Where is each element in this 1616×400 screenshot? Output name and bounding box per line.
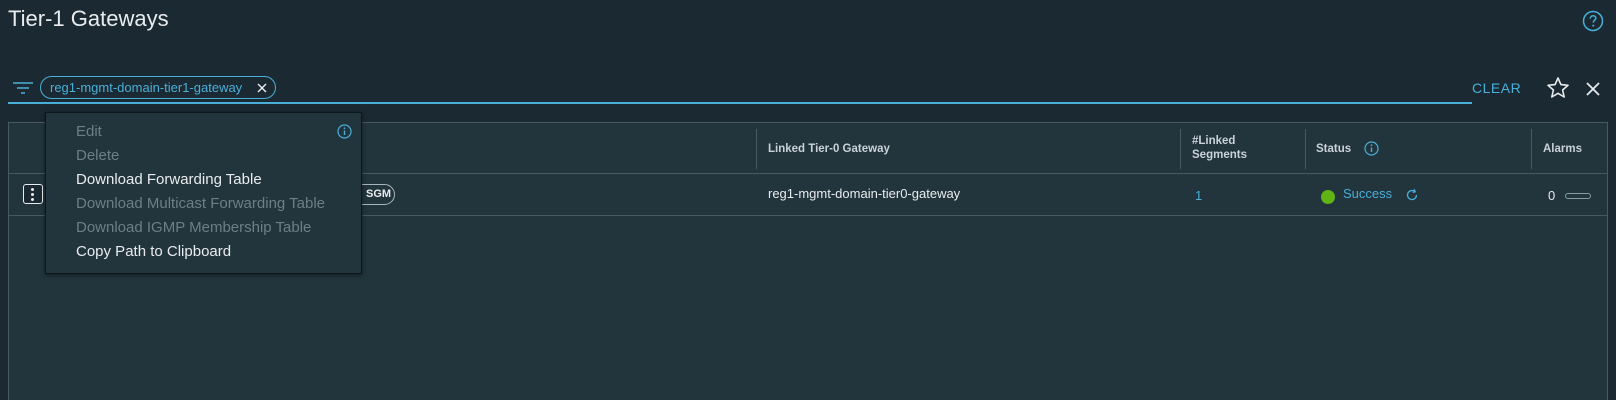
star-icon[interactable] <box>1546 76 1570 100</box>
menu-item-download-igmp-membership-table: Download IGMP Membership Table <box>76 219 312 236</box>
column-header-linked-tier0[interactable]: Linked Tier-0 Gateway <box>768 142 890 156</box>
filter-bar[interactable]: reg1-mgmt-domain-tier1-gateway <box>8 74 1472 104</box>
alarms-bar <box>1565 193 1591 199</box>
chip-close-icon[interactable] <box>255 81 269 95</box>
column-separator[interactable] <box>1531 129 1532 169</box>
page-title: Tier-1 Gateways <box>8 6 169 31</box>
status-success-dot <box>1321 190 1335 204</box>
menu-item-download-forwarding-table[interactable]: Download Forwarding Table <box>46 169 361 193</box>
status-success-link[interactable]: Success <box>1343 186 1392 201</box>
column-header-status[interactable]: Status <box>1316 142 1351 156</box>
info-icon[interactable] <box>337 124 352 139</box>
column-header-linked-segments[interactable]: #Linked Segments <box>1192 134 1247 162</box>
filter-chip[interactable]: reg1-mgmt-domain-tier1-gateway <box>40 76 276 99</box>
column-header-alarms[interactable]: Alarms <box>1543 142 1582 156</box>
column-separator[interactable] <box>1305 129 1306 169</box>
linked-segments-link[interactable]: 1 <box>1195 188 1202 203</box>
clear-filter-button[interactable]: CLEAR <box>1472 80 1521 96</box>
help-icon[interactable] <box>1582 10 1604 32</box>
column-separator[interactable] <box>756 129 757 169</box>
kebab-icon[interactable] <box>23 184 43 204</box>
menu-item-edit: Edit <box>76 123 102 140</box>
menu-item-delete: Delete <box>76 147 120 164</box>
refresh-icon[interactable] <box>1405 188 1419 202</box>
filter-icon[interactable] <box>12 80 34 96</box>
filter-chip-label: reg1-mgmt-domain-tier1-gateway <box>50 80 243 95</box>
close-icon[interactable] <box>1584 80 1602 98</box>
menu-item-copy-path[interactable]: Copy Path to Clipboard <box>46 241 361 265</box>
row-actions-menu: Edit Delete Download Forwarding Table Do… <box>45 112 362 274</box>
status-info-icon[interactable] <box>1364 141 1379 156</box>
column-separator[interactable] <box>1180 129 1181 169</box>
menu-item-download-multicast-forwarding-table: Download Multicast Forwarding Table <box>76 195 326 212</box>
column-header-linked-segments-line2: Segments <box>1192 149 1247 161</box>
alarms-count: 0 <box>1548 188 1556 203</box>
column-header-linked-segments-line1: #Linked <box>1192 135 1236 147</box>
linked-tier0-cell: reg1-mgmt-domain-tier0-gateway <box>768 186 961 201</box>
